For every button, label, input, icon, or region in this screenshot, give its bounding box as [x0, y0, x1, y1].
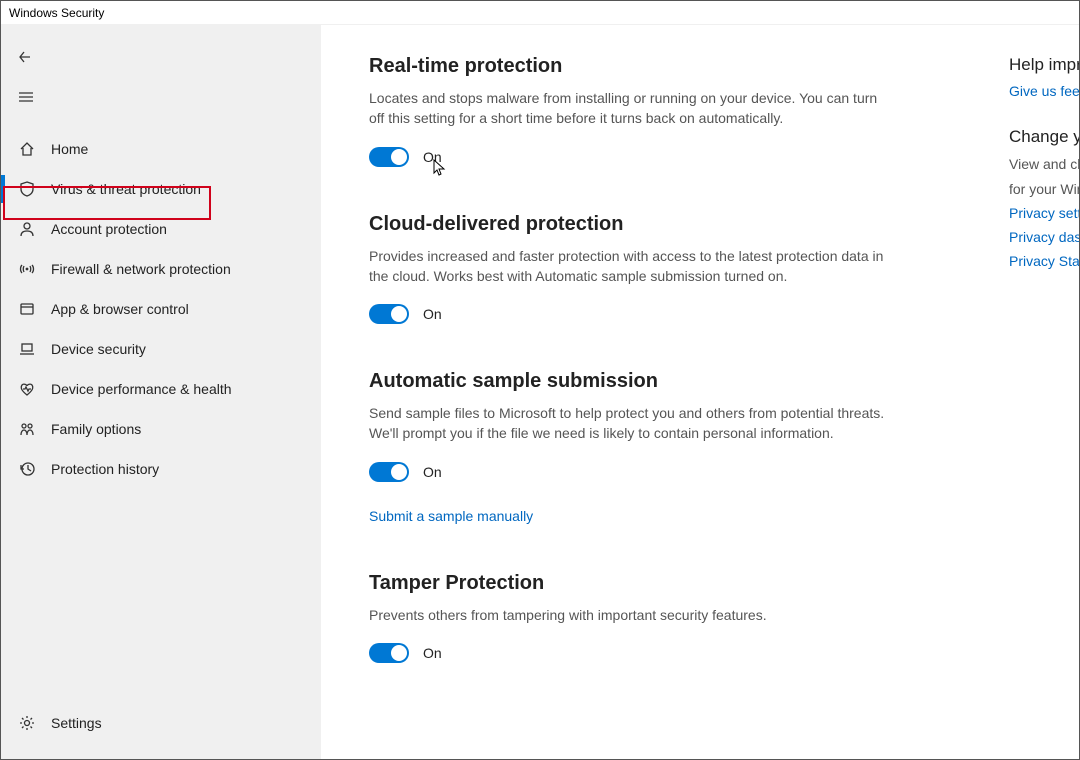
sample-toggle[interactable] [369, 462, 409, 482]
section-title: Real-time protection [369, 55, 889, 78]
toggle-row-cloud: On [369, 304, 889, 324]
section-desc: Provides increased and faster protection… [369, 246, 889, 287]
realtime-toggle[interactable] [369, 147, 409, 167]
antenna-icon [15, 260, 39, 278]
sidebar-item-home[interactable]: Home [1, 129, 321, 169]
hamburger-button[interactable] [1, 77, 321, 117]
cloud-toggle[interactable] [369, 304, 409, 324]
sidebar-item-virus-threat[interactable]: Virus & threat protection [1, 169, 321, 209]
privacy-statement-link[interactable]: Privacy Statement [1009, 253, 1079, 269]
sidebar-item-history[interactable]: Protection history [1, 449, 321, 489]
sidebar-item-family[interactable]: Family options [1, 409, 321, 449]
section-tamper: Tamper Protection Prevents others from t… [369, 572, 889, 663]
gear-icon [15, 714, 39, 732]
privacy-text: for your Windows 10 device. [1009, 180, 1079, 199]
toggle-state-label: On [423, 306, 442, 322]
sidebar-item-settings[interactable]: Settings [1, 703, 321, 743]
person-icon [15, 220, 39, 238]
section-title: Tamper Protection [369, 572, 889, 595]
privacy-text: View and change privacy settings [1009, 155, 1079, 174]
sidebar-item-label: Settings [51, 715, 102, 731]
sidebar-item-label: Protection history [51, 461, 159, 477]
back-arrow-icon [17, 48, 35, 66]
section-cloud: Cloud-delivered protection Provides incr… [369, 213, 889, 325]
sidebar-item-device-security[interactable]: Device security [1, 329, 321, 369]
sidebar-item-label: Device performance & health [51, 381, 232, 397]
sidebar-item-label: Home [51, 141, 88, 157]
sidebar-item-firewall[interactable]: Firewall & network protection [1, 249, 321, 289]
heart-pulse-icon [15, 380, 39, 398]
sidebar-item-label: Account protection [51, 221, 167, 237]
titlebar: Windows Security [1, 1, 1079, 25]
section-realtime: Real-time protection Locates and stops m… [369, 55, 889, 167]
shield-icon [15, 180, 39, 198]
privacy-dashboard-link[interactable]: Privacy dashboard [1009, 229, 1079, 245]
submit-sample-link[interactable]: Submit a sample manually [369, 508, 533, 524]
windows-security-window: Windows Security Home [0, 0, 1080, 760]
window-title: Windows Security [9, 6, 104, 20]
sidebar-item-label: Virus & threat protection [51, 181, 201, 197]
tamper-toggle[interactable] [369, 643, 409, 663]
privacy-heading: Change your privacy settings [1009, 127, 1079, 147]
home-icon [15, 140, 39, 158]
toggle-row-sample: On [369, 462, 889, 482]
privacy-settings-link[interactable]: Privacy settings [1009, 205, 1079, 221]
hamburger-icon [17, 88, 35, 106]
toggle-row-realtime: On [369, 147, 889, 167]
sidebar-item-label: App & browser control [51, 301, 189, 317]
sidebar-item-performance[interactable]: Device performance & health [1, 369, 321, 409]
feedback-link[interactable]: Give us feedback [1009, 83, 1079, 99]
sidebar-item-app-browser[interactable]: App & browser control [1, 289, 321, 329]
main-content: Real-time protection Locates and stops m… [321, 25, 1079, 759]
sidebar-item-label: Device security [51, 341, 146, 357]
family-icon [15, 420, 39, 438]
toggle-state-label: On [423, 149, 442, 165]
sidebar-item-account[interactable]: Account protection [1, 209, 321, 249]
toggle-row-tamper: On [369, 643, 889, 663]
history-icon [15, 460, 39, 478]
help-heading: Help improve Windows Security [1009, 55, 1079, 75]
app-body: Home Virus & threat protection Account p… [1, 25, 1079, 759]
right-panel: Help improve Windows Security Give us fe… [1009, 55, 1079, 297]
section-title: Automatic sample submission [369, 370, 889, 393]
section-desc: Prevents others from tampering with impo… [369, 605, 889, 625]
sidebar-item-label: Family options [51, 421, 141, 437]
section-title: Cloud-delivered protection [369, 213, 889, 236]
sidebar-item-label: Firewall & network protection [51, 261, 231, 277]
browser-icon [15, 300, 39, 318]
section-sample: Automatic sample submission Send sample … [369, 370, 889, 526]
laptop-icon [15, 340, 39, 358]
sidebar: Home Virus & threat protection Account p… [1, 25, 321, 759]
section-desc: Locates and stops malware from installin… [369, 88, 889, 129]
section-desc: Send sample files to Microsoft to help p… [369, 403, 889, 444]
toggle-state-label: On [423, 464, 442, 480]
toggle-state-label: On [423, 645, 442, 661]
back-button[interactable] [1, 37, 321, 77]
